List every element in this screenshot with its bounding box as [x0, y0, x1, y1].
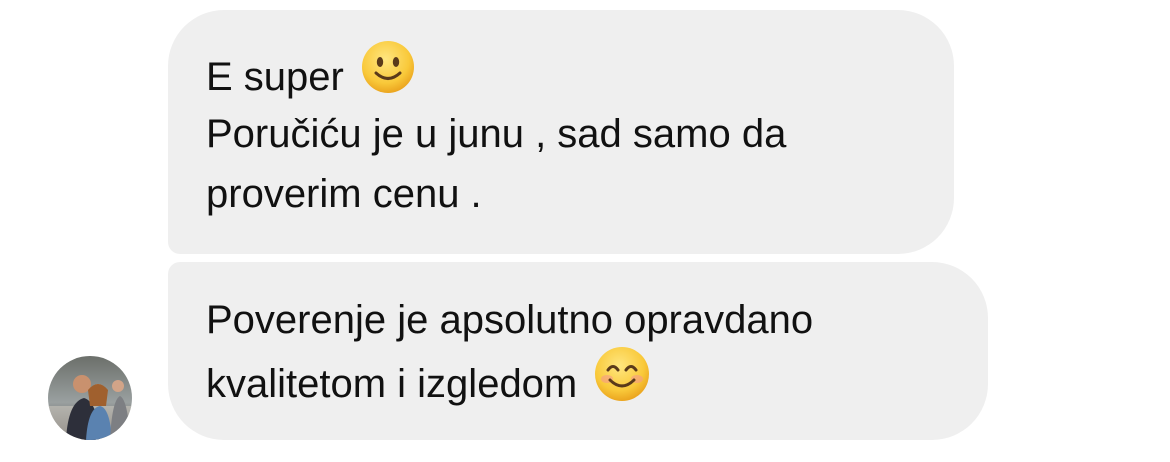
avatar[interactable] [48, 356, 132, 440]
slightly-smiling-face-icon [361, 40, 415, 111]
message-text: kvalitetom i izgledom [206, 362, 578, 407]
message-bubble[interactable]: Poverenje je apsolutno opravdano kvalite… [168, 262, 988, 440]
message-line: proverim cenu . [206, 172, 482, 216]
smiling-face-with-smiling-eyes-icon [594, 346, 650, 419]
message-thread: E super Poručiću je u junu , sad samo da… [0, 0, 1170, 462]
message-line: E super [206, 41, 954, 104]
message-line: Poručiću je u junu , sad samo da [206, 112, 787, 156]
message-line: Poverenje je apsolutno opravdano [206, 298, 814, 342]
message-line: kvalitetom i izgledom [206, 347, 988, 410]
message-bubble[interactable]: E super Poručiću je u junu , sad samo da… [168, 10, 954, 254]
message-text: E super [206, 55, 344, 100]
